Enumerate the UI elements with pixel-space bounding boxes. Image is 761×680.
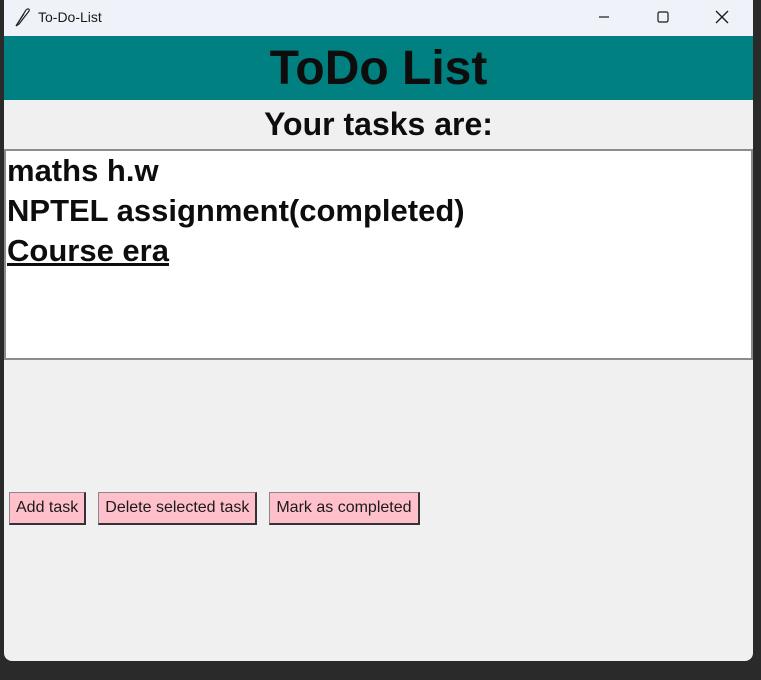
task-item[interactable]: NPTEL assignment(completed) xyxy=(6,191,751,231)
maximize-button[interactable] xyxy=(634,0,692,34)
app-heading: ToDo List xyxy=(269,42,488,95)
header-band: ToDo List xyxy=(4,36,753,100)
title-bar[interactable]: To-Do-List xyxy=(4,0,753,36)
minimize-button[interactable] xyxy=(575,0,633,34)
minimize-icon xyxy=(599,16,609,18)
mark-completed-button[interactable]: Mark as completed xyxy=(269,492,420,525)
close-button[interactable] xyxy=(693,0,751,34)
delete-task-button[interactable]: Delete selected task xyxy=(98,492,258,525)
close-icon xyxy=(715,10,729,24)
task-item[interactable]: maths h.w xyxy=(6,151,751,191)
window-title: To-Do-List xyxy=(38,9,102,25)
app-window: To-Do-List ToDo List Your tasks are: mat… xyxy=(4,0,753,661)
tasks-subheading: Your tasks are: xyxy=(264,106,493,142)
task-listbox[interactable]: maths h.w NPTEL assignment(completed) Co… xyxy=(4,149,753,360)
action-buttons: Add task Delete selected task Mark as co… xyxy=(9,492,420,525)
feather-icon xyxy=(15,8,30,27)
maximize-icon xyxy=(657,11,669,23)
task-item-active[interactable]: Course era xyxy=(6,231,751,271)
add-task-button[interactable]: Add task xyxy=(9,492,87,525)
